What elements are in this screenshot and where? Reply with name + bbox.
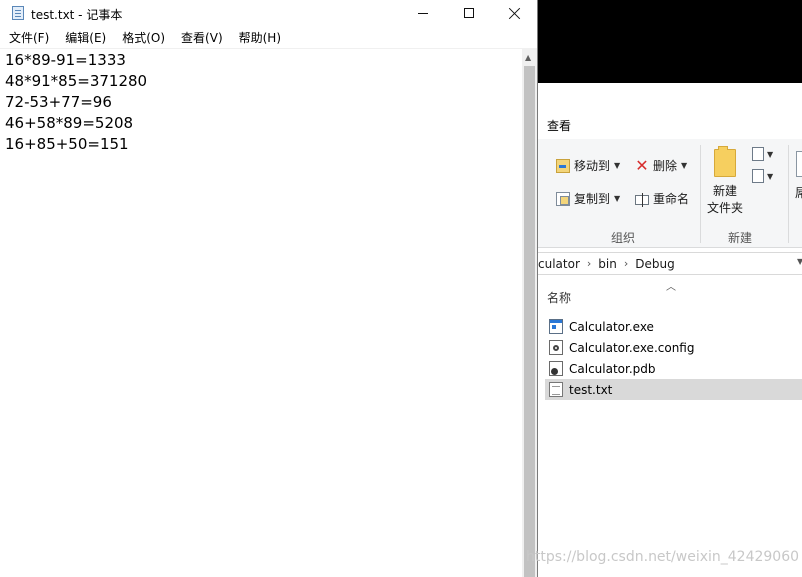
text-line: 48*91*85=371280 xyxy=(5,72,148,90)
maximize-button[interactable] xyxy=(446,0,492,26)
new-folder-button[interactable]: 新建 文件夹 xyxy=(702,183,748,217)
chevron-right-icon: › xyxy=(623,257,629,270)
menu-help[interactable]: 帮助(H) xyxy=(230,29,288,46)
file-list: ︿ 名称 Calculator.exe Calculator.exe.confi… xyxy=(538,276,802,577)
copy-to-button[interactable]: 复制到 ▼ xyxy=(556,190,620,207)
menu-format[interactable]: 格式(O) xyxy=(113,29,172,46)
chevron-down-icon: ▼ xyxy=(767,150,774,159)
easy-access-icon[interactable] xyxy=(752,169,764,183)
rename-button[interactable]: 重命名 xyxy=(635,190,689,207)
maximize-icon xyxy=(464,8,474,18)
chevron-down-icon: ▼ xyxy=(614,161,621,170)
scrollbar-thumb[interactable] xyxy=(524,66,535,577)
column-header-name[interactable]: 名称 xyxy=(547,289,571,306)
menu-bar: 文件(F) 编辑(E) 格式(O) 查看(V) 帮助(H) xyxy=(0,27,537,47)
minimize-button[interactable] xyxy=(400,0,446,26)
group-label-organize: 组织 xyxy=(611,231,636,245)
group-label-new: 新建 xyxy=(728,231,753,245)
chevron-down-icon: ▼ xyxy=(767,172,774,181)
chevron-down-icon: ▼ xyxy=(614,194,621,203)
text-line: 46+58*89=5208 xyxy=(5,114,134,132)
pdb-file-icon xyxy=(549,361,563,376)
delete-icon: ✕ xyxy=(635,155,649,175)
chevron-right-icon: › xyxy=(586,257,592,270)
delete-label: 删除 xyxy=(653,159,678,173)
move-to-icon xyxy=(556,158,570,173)
new-folder-label-2: 文件夹 xyxy=(706,201,743,215)
chevron-down-icon: ▼ xyxy=(681,161,688,170)
file-row[interactable]: Calculator.pdb xyxy=(545,358,802,379)
close-icon xyxy=(509,7,521,19)
window-title: test.txt - 记事本 xyxy=(31,8,123,22)
menu-edit[interactable]: 编辑(E) xyxy=(56,29,113,46)
new-folder-label-1: 新建 xyxy=(712,184,737,198)
new-folder-icon[interactable] xyxy=(714,146,736,177)
file-name: Calculator.exe xyxy=(569,319,654,334)
sort-ascending-icon: ︿ xyxy=(666,282,676,293)
copy-to-icon xyxy=(556,191,570,206)
move-to-button[interactable]: 移动到 ▼ xyxy=(556,157,620,174)
text-line: 16*89-91=1333 xyxy=(5,51,126,69)
new-item-icon[interactable] xyxy=(752,147,764,161)
exe-file-icon xyxy=(549,319,563,334)
text-editor[interactable]: 16*89-91=1333 48*91*85=371280 72-53+77=9… xyxy=(0,48,522,577)
properties-label-partial: 屌 xyxy=(795,186,802,200)
move-to-label: 移动到 xyxy=(574,159,611,173)
minimize-icon xyxy=(418,12,428,14)
explorer-ribbon-tabs: 查看 xyxy=(538,83,802,139)
text-line: 72-53+77=96 xyxy=(5,93,112,111)
close-button[interactable] xyxy=(492,0,537,26)
rename-label: 重命名 xyxy=(653,192,690,206)
file-name: Calculator.pdb xyxy=(569,361,656,376)
explorer-titlebar xyxy=(538,0,802,83)
file-explorer-window: 查看 移动到 ▼ 复制到 ▼ ✕ 删除 ▼ 重命名 新建 文件夹 ▼ ▼ 屌 组… xyxy=(538,0,802,577)
vertical-scrollbar[interactable]: ▲ xyxy=(522,48,537,577)
config-file-icon xyxy=(549,340,563,355)
copy-to-label: 复制到 xyxy=(574,192,611,206)
chevron-down-icon[interactable]: ▼ xyxy=(797,257,802,266)
ribbon-divider xyxy=(788,145,789,243)
file-row[interactable]: Calculator.exe.config xyxy=(545,337,802,358)
file-name: test.txt xyxy=(569,382,613,397)
desktop: 查看 移动到 ▼ 复制到 ▼ ✕ 删除 ▼ 重命名 新建 文件夹 ▼ ▼ 屌 组… xyxy=(0,0,802,577)
properties-icon[interactable] xyxy=(796,151,802,177)
file-row-selected[interactable]: test.txt xyxy=(545,379,802,400)
delete-button[interactable]: ✕ 删除 ▼ xyxy=(635,157,687,174)
scroll-up-icon[interactable]: ▲ xyxy=(525,53,531,62)
rename-icon xyxy=(635,192,649,207)
breadcrumb-bin[interactable]: bin xyxy=(598,257,617,271)
notepad-icon xyxy=(12,6,24,20)
breadcrumb-calculator[interactable]: culator xyxy=(538,257,580,271)
address-bar[interactable]: culator › bin › Debug ▼ xyxy=(538,252,802,275)
explorer-ribbon: 移动到 ▼ 复制到 ▼ ✕ 删除 ▼ 重命名 新建 文件夹 ▼ ▼ 屌 组织 新… xyxy=(538,139,802,248)
file-name: Calculator.exe.config xyxy=(569,340,695,355)
watermark: https://blog.csdn.net/weixin_42429060 xyxy=(526,549,800,565)
file-row[interactable]: Calculator.exe xyxy=(545,316,802,337)
menu-view[interactable]: 查看(V) xyxy=(172,29,230,46)
tab-view[interactable]: 查看 xyxy=(547,117,571,134)
text-file-icon xyxy=(549,382,563,397)
notepad-titlebar[interactable]: test.txt - 记事本 xyxy=(0,0,537,26)
breadcrumb-debug[interactable]: Debug xyxy=(635,257,674,271)
notepad-window: test.txt - 记事本 文件(F) 编辑(E) 格式(O) 查看(V) 帮… xyxy=(0,0,538,577)
menu-file[interactable]: 文件(F) xyxy=(0,29,56,46)
text-line: 16+85+50=151 xyxy=(5,135,129,153)
ribbon-divider xyxy=(700,145,701,243)
